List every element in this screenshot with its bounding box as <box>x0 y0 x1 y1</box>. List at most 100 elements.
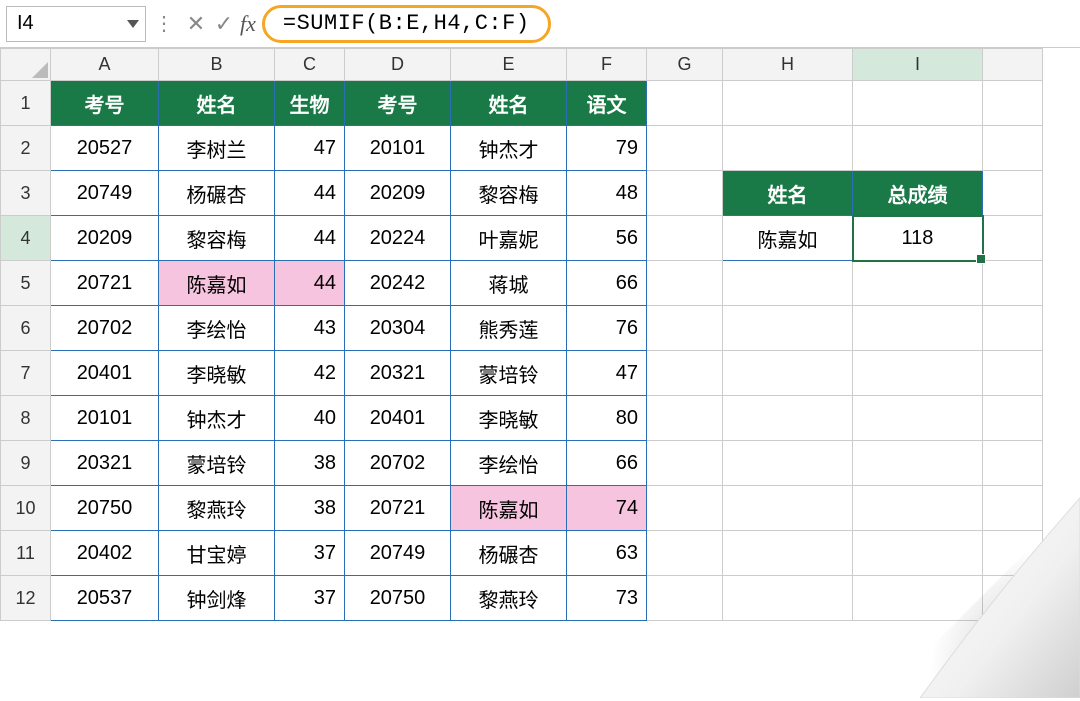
col-header-B[interactable]: B <box>159 49 275 81</box>
cell-F6[interactable]: 76 <box>567 306 647 351</box>
cell-I10[interactable] <box>853 486 983 531</box>
cell-E3[interactable]: 黎容梅 <box>451 171 567 216</box>
fx-icon[interactable]: fx <box>240 11 256 37</box>
cancel-icon[interactable]: ✕ <box>182 10 210 38</box>
cell-A11[interactable]: 20402 <box>51 531 159 576</box>
cell-D7[interactable]: 20321 <box>345 351 451 396</box>
cell-F9[interactable]: 66 <box>567 441 647 486</box>
grid[interactable]: A B C D E F G H I 1 考号 姓名 生物 考号 姓名 语文 <box>0 48 1043 621</box>
row-header-3[interactable]: 3 <box>1 171 51 216</box>
cell-B4[interactable]: 黎容梅 <box>159 216 275 261</box>
cell-F7[interactable]: 47 <box>567 351 647 396</box>
cell-C6[interactable]: 43 <box>275 306 345 351</box>
cell-G5[interactable] <box>647 261 723 306</box>
row-header-6[interactable]: 6 <box>1 306 51 351</box>
name-box-dropdown-icon[interactable] <box>127 20 139 28</box>
cell-H4[interactable]: 陈嘉如 <box>723 216 853 261</box>
row-header-10[interactable]: 10 <box>1 486 51 531</box>
enter-icon[interactable]: ✓ <box>210 10 238 38</box>
col-header-G[interactable]: G <box>647 49 723 81</box>
col-header-H[interactable]: H <box>723 49 853 81</box>
cell-B11[interactable]: 甘宝婷 <box>159 531 275 576</box>
col-header-I[interactable]: I <box>853 49 983 81</box>
cell-H10[interactable] <box>723 486 853 531</box>
cell-H3[interactable]: 姓名 <box>723 171 853 216</box>
cell-I11[interactable] <box>853 531 983 576</box>
cell-F12[interactable]: 73 <box>567 576 647 621</box>
cell-J12[interactable] <box>983 576 1043 621</box>
cell-E5[interactable]: 蒋城 <box>451 261 567 306</box>
cell-A4[interactable]: 20209 <box>51 216 159 261</box>
cell-B7[interactable]: 李晓敏 <box>159 351 275 396</box>
row-header-11[interactable]: 11 <box>1 531 51 576</box>
cell-J6[interactable] <box>983 306 1043 351</box>
cell-G9[interactable] <box>647 441 723 486</box>
cell-G12[interactable] <box>647 576 723 621</box>
cell-D4[interactable]: 20224 <box>345 216 451 261</box>
cell-A7[interactable]: 20401 <box>51 351 159 396</box>
cell-F1[interactable]: 语文 <box>567 81 647 126</box>
cell-J10[interactable] <box>983 486 1043 531</box>
cell-F5[interactable]: 66 <box>567 261 647 306</box>
cell-E9[interactable]: 李绘怡 <box>451 441 567 486</box>
cell-A9[interactable]: 20321 <box>51 441 159 486</box>
row-header-2[interactable]: 2 <box>1 126 51 171</box>
col-header-A[interactable]: A <box>51 49 159 81</box>
cell-B5[interactable]: 陈嘉如 <box>159 261 275 306</box>
cell-F10[interactable]: 74 <box>567 486 647 531</box>
cell-D9[interactable]: 20702 <box>345 441 451 486</box>
cell-C5[interactable]: 44 <box>275 261 345 306</box>
cell-D11[interactable]: 20749 <box>345 531 451 576</box>
cell-E2[interactable]: 钟杰才 <box>451 126 567 171</box>
cell-C4[interactable]: 44 <box>275 216 345 261</box>
spreadsheet[interactable]: A B C D E F G H I 1 考号 姓名 生物 考号 姓名 语文 <box>0 48 1080 621</box>
cell-C7[interactable]: 42 <box>275 351 345 396</box>
cell-D1[interactable]: 考号 <box>345 81 451 126</box>
cell-H8[interactable] <box>723 396 853 441</box>
cell-A10[interactable]: 20750 <box>51 486 159 531</box>
cell-I3[interactable]: 总成绩 <box>853 171 983 216</box>
row-header-4[interactable]: 4 <box>1 216 51 261</box>
cell-C11[interactable]: 37 <box>275 531 345 576</box>
cell-E1[interactable]: 姓名 <box>451 81 567 126</box>
select-all-corner[interactable] <box>1 49 51 81</box>
col-header-F[interactable]: F <box>567 49 647 81</box>
row-header-1[interactable]: 1 <box>1 81 51 126</box>
row-header-5[interactable]: 5 <box>1 261 51 306</box>
cell-C1[interactable]: 生物 <box>275 81 345 126</box>
cell-G8[interactable] <box>647 396 723 441</box>
cell-F3[interactable]: 48 <box>567 171 647 216</box>
cell-I1[interactable] <box>853 81 983 126</box>
cell-A6[interactable]: 20702 <box>51 306 159 351</box>
row-header-8[interactable]: 8 <box>1 396 51 441</box>
cell-C9[interactable]: 38 <box>275 441 345 486</box>
cell-J7[interactable] <box>983 351 1043 396</box>
col-header-E[interactable]: E <box>451 49 567 81</box>
cell-B6[interactable]: 李绘怡 <box>159 306 275 351</box>
cell-C8[interactable]: 40 <box>275 396 345 441</box>
cell-B3[interactable]: 杨碾杏 <box>159 171 275 216</box>
cell-I7[interactable] <box>853 351 983 396</box>
cell-A3[interactable]: 20749 <box>51 171 159 216</box>
cell-D6[interactable]: 20304 <box>345 306 451 351</box>
cell-G3[interactable] <box>647 171 723 216</box>
cell-J3[interactable] <box>983 171 1043 216</box>
cell-A12[interactable]: 20537 <box>51 576 159 621</box>
cell-G7[interactable] <box>647 351 723 396</box>
cell-F2[interactable]: 79 <box>567 126 647 171</box>
cell-H2[interactable] <box>723 126 853 171</box>
row-header-9[interactable]: 9 <box>1 441 51 486</box>
cell-D10[interactable]: 20721 <box>345 486 451 531</box>
cell-B8[interactable]: 钟杰才 <box>159 396 275 441</box>
cell-E6[interactable]: 熊秀莲 <box>451 306 567 351</box>
cell-B10[interactable]: 黎燕玲 <box>159 486 275 531</box>
col-header-D[interactable]: D <box>345 49 451 81</box>
cell-I5[interactable] <box>853 261 983 306</box>
cell-D3[interactable]: 20209 <box>345 171 451 216</box>
cell-D2[interactable]: 20101 <box>345 126 451 171</box>
cell-G11[interactable] <box>647 531 723 576</box>
cell-H1[interactable] <box>723 81 853 126</box>
cell-A2[interactable]: 20527 <box>51 126 159 171</box>
cell-B1[interactable]: 姓名 <box>159 81 275 126</box>
cell-C2[interactable]: 47 <box>275 126 345 171</box>
